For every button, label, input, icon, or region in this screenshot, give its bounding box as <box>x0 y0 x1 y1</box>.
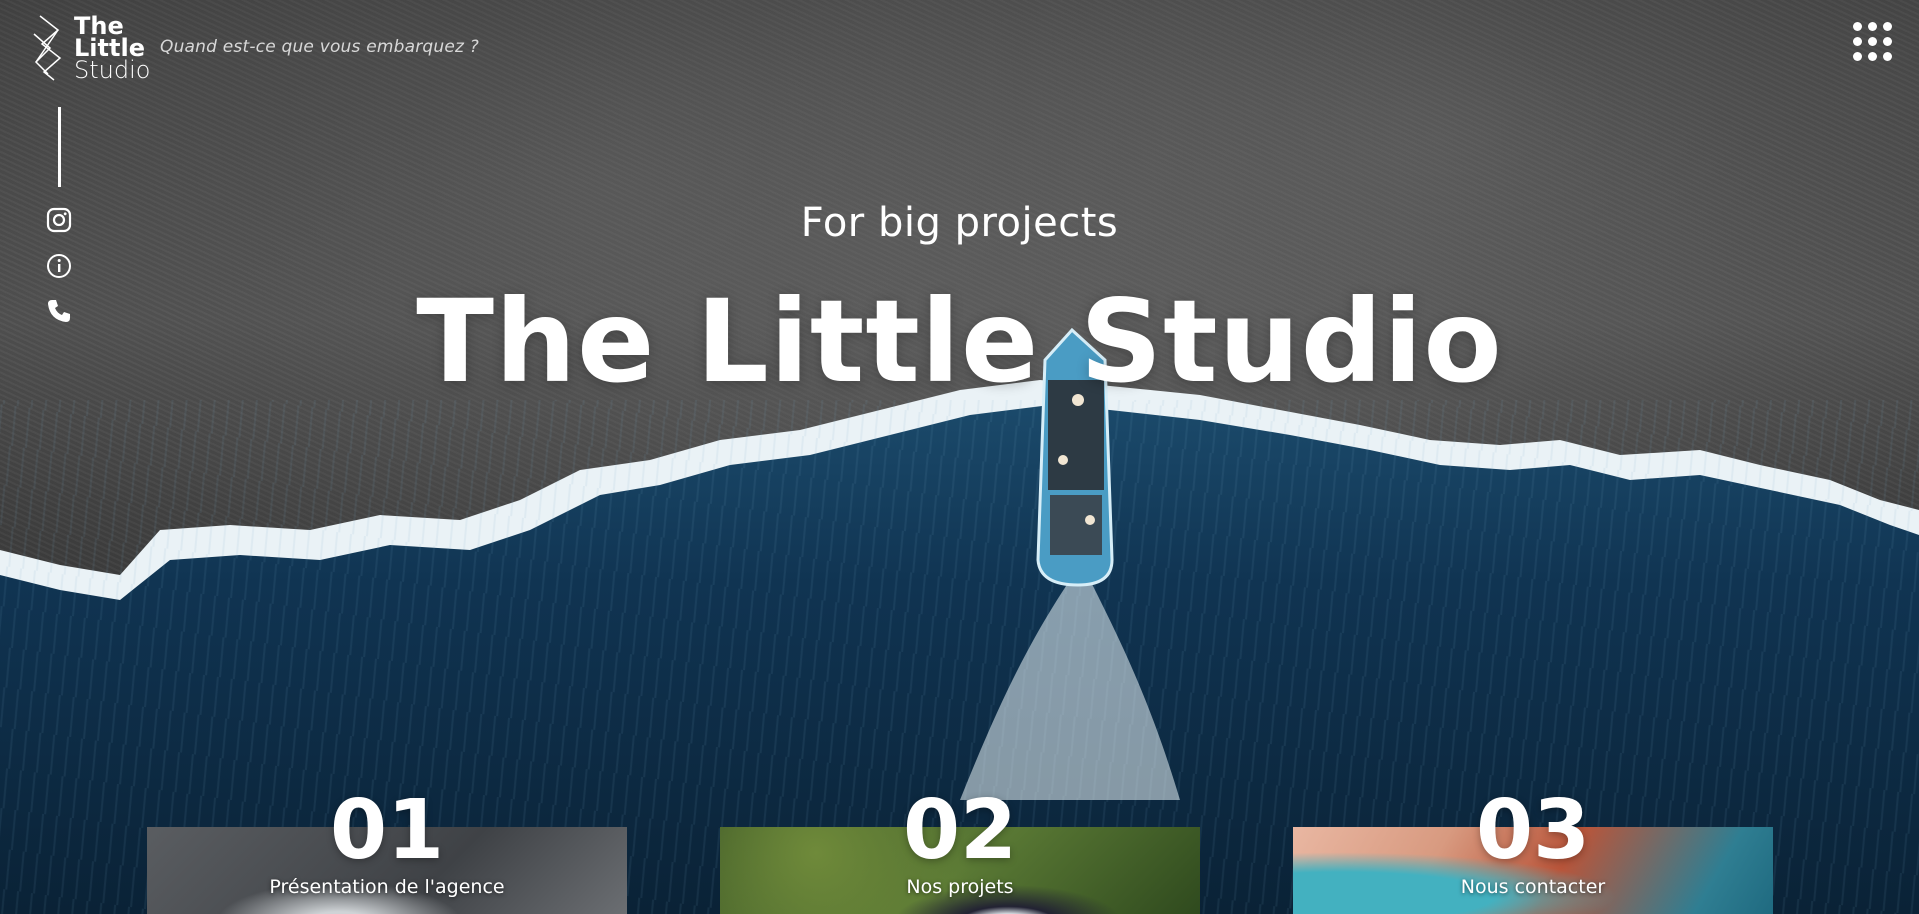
menu-dot <box>1883 37 1892 46</box>
card-number: 03 <box>1475 783 1591 878</box>
logo-line-studio: Studio <box>74 56 151 84</box>
hero-subtitle: For big projects <box>800 200 1119 246</box>
grid-menu-button[interactable] <box>1853 22 1893 62</box>
card-label[interactable]: Nos projets <box>720 876 1200 898</box>
menu-dot <box>1853 37 1862 46</box>
hero-title: The Little Studio <box>416 275 1503 408</box>
card-label[interactable]: Présentation de l'agence <box>147 876 627 898</box>
hero-background <box>0 0 1919 914</box>
menu-dot <box>1868 52 1877 61</box>
menu-dot <box>1868 37 1877 46</box>
tagline: Quand est-ce que vous embarquez ? <box>160 37 479 57</box>
menu-dot <box>1853 22 1862 31</box>
menu-dot <box>1868 22 1877 31</box>
ocean-waves <box>0 327 1919 914</box>
card-number: 02 <box>902 783 1018 878</box>
card-number: 01 <box>329 783 445 878</box>
site-logo[interactable]: The Little Studio <box>30 12 150 84</box>
menu-dot <box>1853 52 1862 61</box>
menu-dot <box>1883 52 1892 61</box>
logo-mark-icon <box>33 15 62 81</box>
side-divider <box>58 107 61 187</box>
card-label[interactable]: Nous contacter <box>1293 876 1773 898</box>
menu-dot <box>1883 22 1892 31</box>
